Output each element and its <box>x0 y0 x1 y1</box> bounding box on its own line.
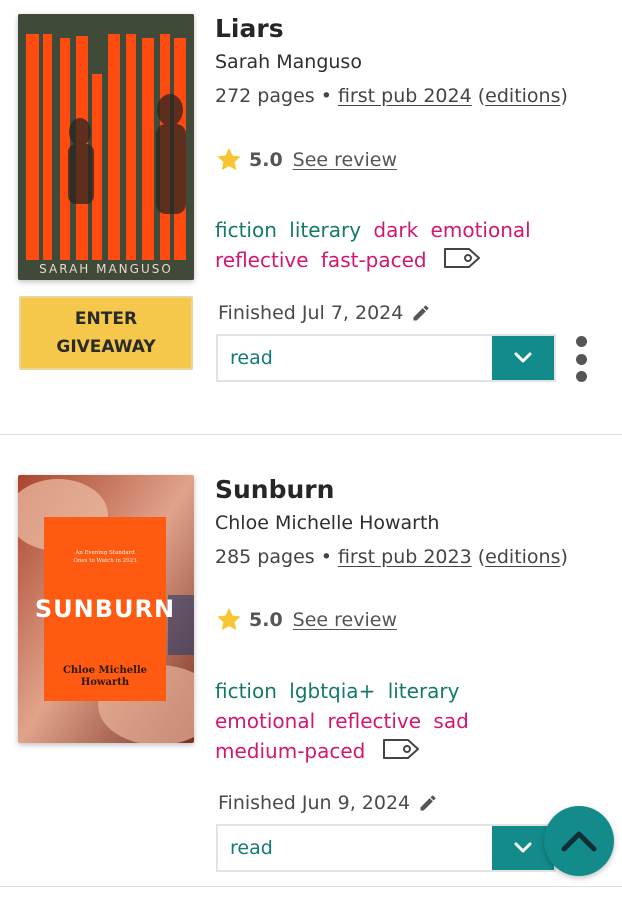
tag[interactable]: emotional <box>215 709 315 733</box>
tag[interactable]: medium-paced <box>215 739 365 763</box>
cover-art: An Evening Standard Ones to Watch in 202… <box>18 475 194 743</box>
cover-title-text: SUNBURN <box>35 595 175 623</box>
tag[interactable]: fiction <box>215 679 277 703</box>
giveaway-label: ENTER GIVEAWAY <box>56 309 156 357</box>
finished-date[interactable]: Finished Jul 7, 2024 <box>218 302 431 324</box>
tag-list: fiction literary dark emotional reflecti… <box>215 215 605 277</box>
book-title[interactable]: Liars <box>215 14 284 43</box>
rating-row: 5.0 See review <box>215 606 397 633</box>
cover-blurb: An Evening Standard <box>74 550 135 556</box>
cover-blurb: Ones to Watch in 2023 <box>73 558 137 564</box>
chevron-down-icon <box>514 842 532 853</box>
shelf-status-select[interactable]: read <box>216 824 556 872</box>
rating-value: 5.0 <box>249 608 283 631</box>
shelf-status-value: read <box>230 837 273 859</box>
book-author[interactable]: Chloe Michelle Howarth <box>215 512 439 534</box>
rating-row: 5.0 See review <box>215 146 397 173</box>
book-author[interactable]: Sarah Manguso <box>215 51 362 73</box>
first-pub-link[interactable]: first pub 2023 <box>338 546 472 568</box>
shelf-status-select[interactable]: read <box>216 334 556 382</box>
editions-link[interactable]: editions <box>485 85 560 107</box>
see-review-link[interactable]: See review <box>293 149 397 171</box>
pencil-icon[interactable] <box>411 303 431 323</box>
cover-author-text: Howarth <box>81 677 130 688</box>
scroll-to-top-button[interactable] <box>544 806 614 876</box>
tag[interactable]: literary <box>388 679 460 703</box>
tag-icon[interactable] <box>443 247 481 277</box>
kebab-dot <box>575 353 587 365</box>
page-count: 285 pages <box>215 546 315 568</box>
rating-value: 5.0 <box>249 148 283 171</box>
enter-giveaway-button[interactable]: ENTER GIVEAWAY <box>19 296 193 370</box>
shelf-status-value: read <box>230 347 273 369</box>
editions-close-paren: ) <box>560 546 568 568</box>
separator-dot: • <box>320 85 338 107</box>
finished-text: Finished Jun 9, 2024 <box>218 792 411 814</box>
pencil-icon[interactable] <box>418 793 438 813</box>
chevron-up-icon <box>561 831 597 852</box>
kebab-dot <box>575 336 587 347</box>
first-pub-link[interactable]: first pub 2024 <box>338 85 472 107</box>
divider <box>0 434 622 435</box>
kebab-menu-icon[interactable] <box>571 336 591 382</box>
editions-close-paren: ) <box>560 85 568 107</box>
book-meta: 285 pages • first pub 2023 (editions) <box>215 546 568 568</box>
book-meta: 272 pages • first pub 2024 (editions) <box>215 85 568 107</box>
status-dropdown-button[interactable] <box>492 336 554 380</box>
book-cover[interactable]: SARAH MANGUSO <box>18 14 194 280</box>
tag-list: fiction lgbtqia+ literary emotional refl… <box>215 676 605 768</box>
page-count: 272 pages <box>215 85 315 107</box>
tag[interactable]: fiction <box>215 218 277 242</box>
book-cover[interactable]: An Evening Standard Ones to Watch in 202… <box>18 475 194 743</box>
tag[interactable]: sad <box>433 709 468 733</box>
cover-art: SARAH MANGUSO <box>18 14 194 280</box>
star-icon <box>217 148 241 171</box>
tag[interactable]: lgbtqia+ <box>289 679 375 703</box>
tag-icon[interactable] <box>382 738 420 768</box>
see-review-link[interactable]: See review <box>293 609 397 631</box>
finished-date[interactable]: Finished Jun 9, 2024 <box>218 792 438 814</box>
book-title[interactable]: Sunburn <box>215 475 334 504</box>
kebab-dot <box>575 371 587 382</box>
divider <box>0 886 622 887</box>
editions-link[interactable]: editions <box>485 546 560 568</box>
tag[interactable]: dark <box>373 218 418 242</box>
cover-author-text: SARAH MANGUSO <box>39 262 173 276</box>
tag[interactable]: reflective <box>215 248 309 272</box>
star-icon <box>217 608 241 631</box>
finished-text: Finished Jul 7, 2024 <box>218 302 404 324</box>
tag[interactable]: emotional <box>431 218 531 242</box>
tag[interactable]: reflective <box>328 709 422 733</box>
separator-dot: • <box>320 546 338 568</box>
chevron-down-icon <box>514 352 532 363</box>
tag[interactable]: literary <box>289 218 361 242</box>
cover-author-text: Chloe Michelle <box>63 665 147 676</box>
tag[interactable]: fast-paced <box>321 248 427 272</box>
